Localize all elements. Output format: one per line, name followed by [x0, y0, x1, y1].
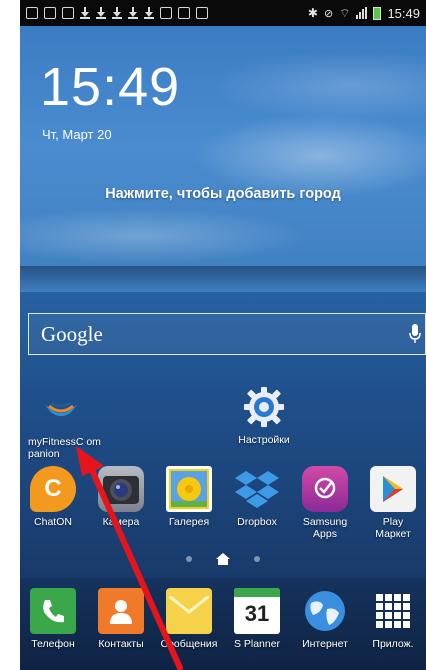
gear-icon	[241, 384, 287, 430]
app-label: Интернет	[302, 638, 348, 650]
app-play-store[interactable]: Play Маркет	[360, 466, 426, 540]
play-store-icon	[370, 466, 416, 512]
app-label: Samsung Apps	[302, 516, 348, 540]
status-bar: ✱ ⊘ ⌔ 15:49	[20, 0, 426, 26]
camera-icon	[98, 466, 144, 512]
app-label: myFitnessC ompanion	[28, 436, 101, 460]
globe-icon	[302, 588, 348, 634]
app-label: Сообщения	[160, 638, 218, 650]
chaton-icon: C	[30, 466, 76, 512]
app-chaton[interactable]: C ChatON	[20, 466, 86, 528]
weather-widget[interactable]: 15:49 Чт, Март 20 Нажмите, чтобы добавит…	[20, 26, 426, 292]
download-icon	[128, 7, 138, 19]
dock-messages[interactable]: Сообщения	[156, 588, 222, 650]
home-page-icon[interactable]	[216, 553, 230, 565]
widget-divider	[20, 266, 426, 292]
app-label: Настройки	[238, 434, 290, 446]
app-label: Телефон	[31, 638, 75, 650]
download-icon	[112, 7, 122, 19]
mail-icon	[62, 7, 74, 19]
store-icon	[196, 7, 208, 19]
download-icon	[96, 7, 106, 19]
app-label: Галерея	[168, 516, 210, 528]
app-label: Play Маркет	[375, 516, 411, 540]
samsung-apps-icon	[302, 466, 348, 512]
dock-apps[interactable]: Прилож.	[360, 588, 426, 650]
app-label: Контакты	[98, 638, 144, 650]
notification-icon	[26, 7, 38, 19]
done-icon	[178, 7, 190, 19]
dropbox-icon	[234, 466, 280, 512]
app-label: ChatON	[34, 516, 72, 528]
image-notification-icon	[44, 7, 56, 19]
done-icon	[160, 7, 172, 19]
app-settings[interactable]: Настройки	[226, 384, 302, 446]
app-camera[interactable]: Камера	[88, 466, 154, 528]
app-label: S Planner	[233, 638, 281, 650]
app-gallery[interactable]: Галерея	[156, 466, 222, 528]
myfitness-logo-icon	[38, 386, 84, 432]
microphone-icon[interactable]	[409, 323, 421, 345]
notification-icons	[26, 7, 208, 19]
app-myfitnesscompanion[interactable]: myFitnessC ompanion	[20, 386, 102, 460]
app-label: Dropbox	[237, 516, 277, 528]
wifi-icon: ⌔	[339, 5, 351, 20]
dock-s-planner[interactable]: 31 S Planner	[224, 588, 290, 650]
dock-contacts[interactable]: Контакты	[88, 588, 154, 650]
system-indicators: ✱ ⊘ ⌔ 15:49	[308, 6, 420, 21]
page-dot[interactable]	[254, 556, 260, 562]
status-clock: 15:49	[387, 5, 420, 21]
apps-grid-icon	[370, 588, 416, 634]
dock-phone[interactable]: Телефон	[20, 588, 86, 650]
gallery-icon	[166, 466, 212, 512]
app-label: Прилож.	[372, 638, 414, 650]
download-icon	[144, 7, 154, 19]
signal-icon	[356, 7, 368, 19]
bluetooth-icon: ✱	[307, 6, 318, 20]
page-indicator[interactable]	[20, 552, 426, 566]
add-city-prompt[interactable]: Нажмите, чтобы добавить город	[20, 186, 426, 202]
messages-icon	[166, 588, 212, 634]
mute-icon: ⊘	[323, 7, 334, 20]
phone-icon	[30, 588, 76, 634]
widget-clock: 15:49	[40, 57, 181, 117]
google-search-bar[interactable]: Google	[28, 313, 426, 355]
widget-date: Чт, Март 20	[42, 127, 112, 142]
download-icon	[80, 7, 90, 19]
dock-internet[interactable]: Интернет	[292, 588, 358, 650]
page-dot[interactable]	[186, 556, 192, 562]
app-dropbox[interactable]: Dropbox	[224, 466, 290, 528]
phone-screen: ✱ ⊘ ⌔ 15:49 15:49 Чт, Март 20 Нажмите, ч…	[20, 0, 426, 670]
calendar-day: 31	[244, 601, 270, 626]
contacts-icon	[98, 588, 144, 634]
app-label: Камера	[102, 516, 140, 528]
google-label: Google	[41, 321, 103, 346]
battery-icon	[373, 6, 382, 20]
app-samsung-apps[interactable]: Samsung Apps	[292, 466, 358, 540]
calendar-icon: 31	[234, 588, 280, 634]
